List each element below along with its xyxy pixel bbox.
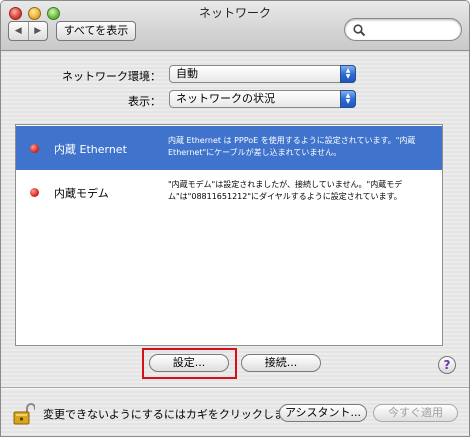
show-all-button[interactable]: すべてを表示 — [56, 21, 136, 41]
service-list: 内蔵 Ethernet 内蔵 Ethernet は PPPoE を使用するように… — [15, 124, 443, 346]
apply-now-button[interactable]: 今すぐ適用 — [373, 404, 458, 422]
status-red-icon — [30, 188, 39, 197]
service-description: 内蔵 Ethernet は PPPoE を使用するように設定されています。"内蔵… — [168, 136, 416, 157]
show-value: ネットワークの状況 — [176, 92, 275, 105]
search-icon — [353, 24, 366, 37]
lock-instruction: 変更できないようにするにはカギをクリックします。 — [43, 408, 306, 421]
help-button[interactable]: ? — [438, 356, 456, 374]
back-arrow-icon[interactable]: ◀ — [9, 22, 28, 40]
connect-button[interactable]: 接続... — [241, 354, 321, 372]
forward-arrow-icon[interactable]: ▶ — [27, 22, 48, 40]
show-label: 表示： — [128, 95, 161, 108]
service-description: "内蔵モデム"は設定されましたが、接続していません。"内蔵モデム"は"08811… — [168, 180, 403, 201]
list-item[interactable]: 内蔵 Ethernet 内蔵 Ethernet は PPPoE を使用するように… — [16, 126, 442, 170]
status-red-icon — [30, 144, 39, 153]
lock-icon[interactable] — [13, 402, 36, 429]
location-label: ネットワーク環境： — [62, 70, 161, 83]
back-forward-control: ◀ ▶ — [8, 21, 48, 41]
show-popup[interactable]: ネットワークの状況 ▲ ▼ — [169, 90, 356, 108]
configure-button[interactable]: 設定... — [149, 354, 229, 372]
assistant-button[interactable]: アシスタント... — [279, 404, 367, 422]
search-field[interactable] — [344, 18, 462, 41]
popup-arrows-icon: ▲ ▼ — [340, 90, 356, 108]
network-preferences-window: ネットワーク ◀ ▶ すべてを表示 ネットワーク環境： 自動 ▲ ▼ 表示： ネッ… — [0, 0, 470, 437]
service-name: 内蔵モデム — [54, 187, 109, 200]
divider — [1, 388, 469, 389]
location-value: 自動 — [176, 67, 198, 80]
list-item[interactable]: 内蔵モデム "内蔵モデム"は設定されましたが、接続していません。"内蔵モデム"は… — [16, 170, 442, 214]
popup-arrows-icon: ▲ ▼ — [340, 65, 356, 83]
title-bar: ネットワーク ◀ ▶ すべてを表示 — [1, 1, 469, 51]
location-popup[interactable]: 自動 ▲ ▼ — [169, 65, 356, 83]
service-name: 内蔵 Ethernet — [54, 143, 127, 156]
